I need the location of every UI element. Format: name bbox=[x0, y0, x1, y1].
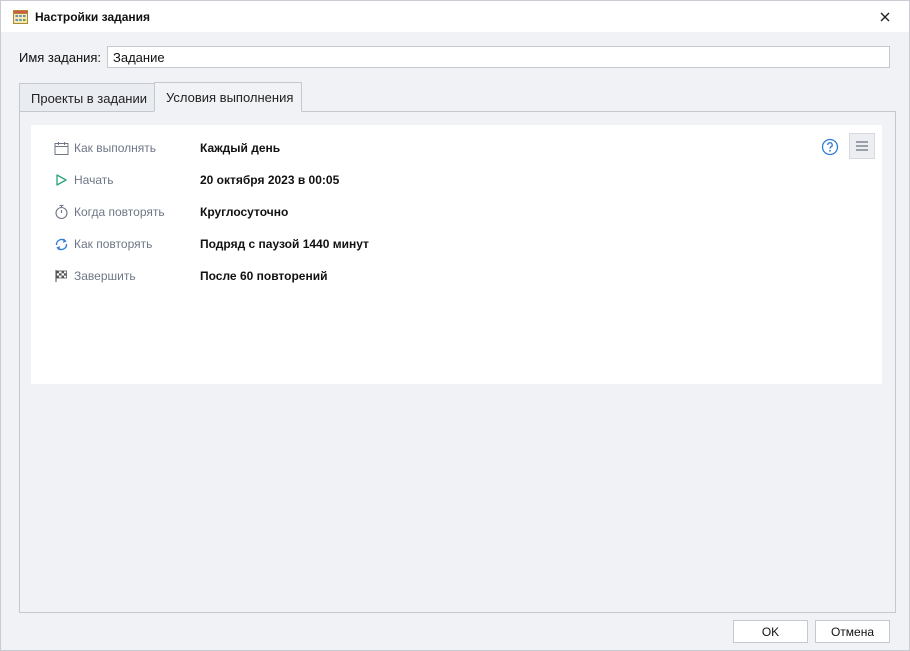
condition-value: Круглосуточно bbox=[200, 205, 289, 219]
hamburger-menu-icon bbox=[856, 141, 868, 151]
condition-label: Когда повторять bbox=[74, 205, 165, 219]
condition-label: Как повторять bbox=[74, 237, 153, 251]
conditions-card: Как выполнять Каждый день Начать 20 октя… bbox=[31, 125, 882, 384]
calendar-grid-icon bbox=[13, 10, 28, 24]
help-button[interactable] bbox=[821, 138, 839, 156]
condition-label: Как выполнять bbox=[74, 141, 157, 155]
tab-projects[interactable]: Проекты в задании bbox=[19, 83, 155, 112]
condition-row-start[interactable]: Начать 20 октября 2023 в 00:05 bbox=[31, 170, 631, 190]
window-title: Настройки задания bbox=[35, 10, 151, 24]
tab-conditions[interactable]: Условия выполнения bbox=[154, 82, 302, 112]
condition-label: Завершить bbox=[74, 269, 136, 283]
condition-value: Каждый день bbox=[200, 141, 281, 155]
repeat-icon bbox=[53, 236, 69, 252]
conditions-panel: Как выполнять Каждый день Начать 20 октя… bbox=[19, 111, 896, 613]
condition-row-how-repeat[interactable]: Как повторять Подряд с паузой 1440 минут bbox=[31, 234, 631, 254]
condition-row-finish[interactable]: Завершить После 60 повторений bbox=[31, 266, 631, 286]
task-name-input[interactable] bbox=[107, 46, 890, 68]
close-icon bbox=[880, 12, 890, 22]
help-circle-icon bbox=[821, 138, 839, 156]
condition-row-when-repeat[interactable]: Когда повторять Круглосуточно bbox=[31, 202, 631, 222]
checkered-flag-icon bbox=[53, 268, 69, 284]
condition-value: После 60 повторений bbox=[200, 269, 328, 283]
calendar-icon bbox=[53, 140, 69, 156]
stopwatch-icon bbox=[53, 204, 69, 220]
condition-row-how-run[interactable]: Как выполнять Каждый день bbox=[31, 138, 631, 158]
menu-button[interactable] bbox=[849, 133, 875, 159]
title-bar: Настройки задания bbox=[1, 1, 909, 32]
cancel-button[interactable]: Отмена bbox=[815, 620, 890, 643]
condition-label: Начать bbox=[74, 173, 114, 187]
play-icon bbox=[53, 172, 69, 188]
task-name-label: Имя задания: bbox=[19, 50, 102, 65]
task-settings-dialog: Настройки задания Имя задания: Проекты в… bbox=[0, 0, 910, 651]
condition-value: 20 октября 2023 в 00:05 bbox=[200, 173, 340, 187]
condition-value: Подряд с паузой 1440 минут bbox=[200, 237, 369, 251]
close-button[interactable] bbox=[869, 4, 901, 30]
ok-button[interactable]: OK bbox=[733, 620, 808, 643]
